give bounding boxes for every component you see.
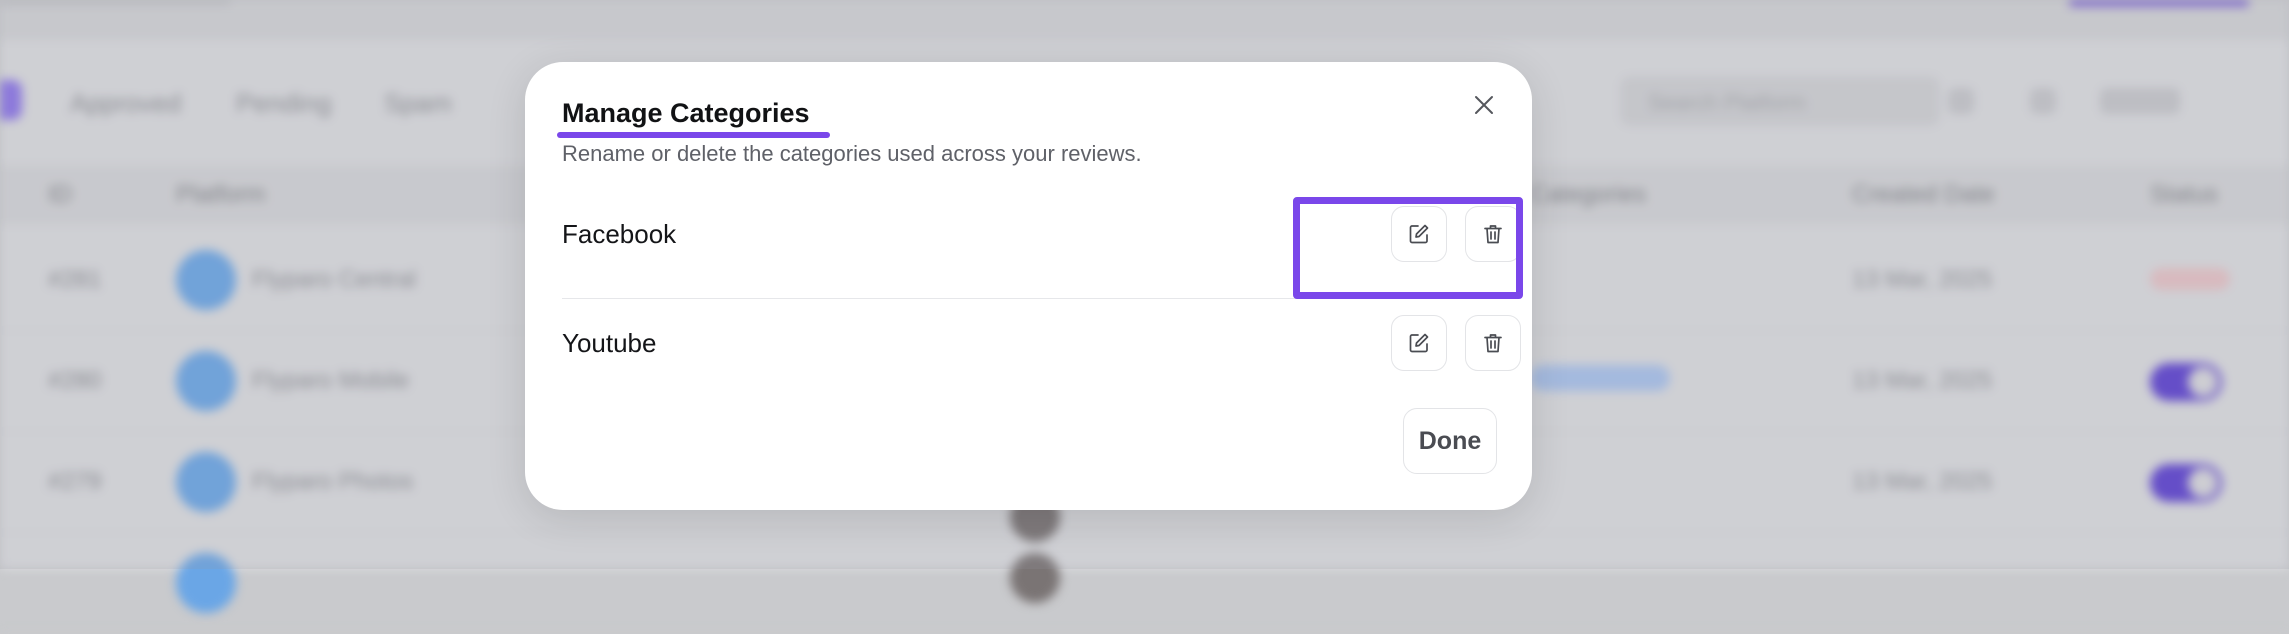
delete-category-button[interactable]: [1465, 315, 1521, 371]
trash-icon: [1484, 225, 1502, 244]
category-name: Facebook: [562, 219, 677, 249]
trash-icon: [1484, 334, 1502, 353]
edit-category-button[interactable]: [1391, 315, 1447, 371]
category-name: Youtube: [562, 328, 657, 358]
edit-category-button[interactable]: [1391, 206, 1447, 262]
title-annotation-underline: [557, 132, 830, 138]
edit-icon: [1409, 224, 1429, 244]
delete-category-button[interactable]: [1465, 206, 1521, 262]
dialog-title: Manage Categories: [562, 98, 810, 128]
close-button[interactable]: [1469, 90, 1499, 120]
manage-categories-dialog: Manage Categories Rename or delete the c…: [525, 62, 1532, 510]
done-button[interactable]: Done: [1403, 408, 1497, 474]
category-row: Youtube: [562, 299, 1521, 402]
category-row: Facebook: [562, 195, 1521, 299]
dialog-subtitle: Rename or delete the categories used acr…: [562, 141, 1142, 166]
close-icon: [1475, 96, 1493, 114]
edit-icon: [1409, 333, 1429, 353]
